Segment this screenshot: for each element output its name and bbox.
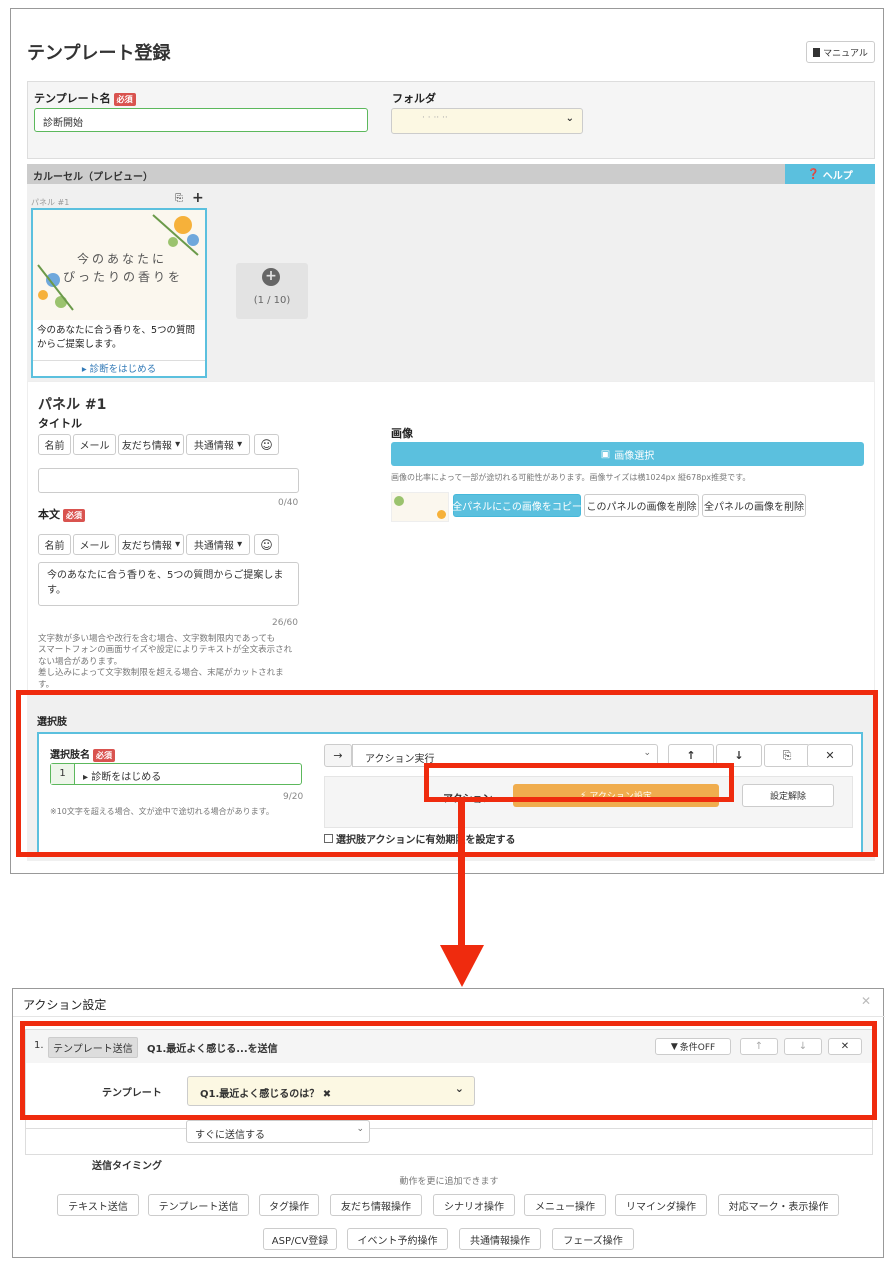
body-value: 今のあなたに合う香りを、5つの質問からご提案します。 [47, 570, 284, 596]
help-label: ヘルプ [822, 170, 853, 182]
template-name-value: 診断開始 [43, 118, 83, 129]
add-mark-operation-button[interactable]: 対応マーク・表示操作 [718, 1194, 839, 1216]
timing-label: 送信タイミング [92, 1161, 162, 1172]
preview-card[interactable]: 今のあなたに ぴったりの香りを 今のあなたに合う香りを、5つの質問からご提案しま… [31, 208, 207, 378]
title-insert-buttons: 名前 メール 友だち情報 ▾ 共通情報 ▾ ☺ [38, 434, 298, 456]
modal-divider [13, 1016, 885, 1017]
add-phase-operation-button[interactable]: フェーズ操作 [552, 1228, 634, 1250]
item-bottom-border [25, 1129, 873, 1155]
insert-friend-info-button[interactable]: 友だち情報 ▾ [118, 534, 184, 555]
preview-text: 今のあなたに合う香りを、5つの質問からご提案します。 [37, 325, 196, 350]
body-count: 26/60 [272, 618, 298, 628]
modal-title: アクション設定 [23, 998, 107, 1012]
page-title: テンプレート登録 [27, 43, 171, 64]
add-more-label: 動作を更に追加できます [399, 1177, 499, 1187]
copy-icon[interactable]: ⎘ [175, 193, 183, 204]
image-thumbnail [391, 492, 449, 522]
body-label: 本文 必須 [38, 506, 85, 522]
help-button[interactable]: ❓ ヘルプ [785, 164, 875, 184]
carousel-header: カルーセル（プレビュー） ❓ ヘルプ [27, 164, 875, 184]
image-note: 画像の比率によって一部が途切れる可能性があります。画像サイズは横1024px 縦… [391, 473, 751, 482]
thumb-flower [437, 510, 446, 519]
emoji-icon[interactable]: ☺ [254, 434, 279, 455]
panel-tab-label: パネル #1 [31, 198, 70, 207]
add-event-reservation-button[interactable]: イベント予約操作 [347, 1228, 448, 1250]
emoji-icon[interactable]: ☺ [254, 534, 279, 555]
body-textarea[interactable]: 今のあなたに合う香りを、5つの質問からご提案します。 [38, 562, 299, 606]
body-insert-buttons: 名前 メール 友だち情報 ▾ 共通情報 ▾ ☺ [38, 534, 298, 556]
carousel-preview: パネル #1 ⎘ + 今のあなたに ぴったりの香りを 今のあなたに合う香りを、5… [27, 184, 875, 381]
modal-close-icon[interactable]: ✕ [861, 994, 871, 1008]
title-label: タイトル [38, 417, 82, 430]
add-template-send-button[interactable]: テンプレート送信 [148, 1194, 249, 1216]
insert-name-button[interactable]: 名前 [38, 434, 71, 455]
title-count: 0/40 [278, 498, 299, 508]
carousel-title: カルーセル（プレビュー） [33, 172, 153, 183]
required-badge: 必須 [63, 508, 85, 522]
title-input[interactable] [38, 468, 299, 493]
delete-all-images-button[interactable]: 全パネルの画像を削除 [702, 494, 806, 517]
plus-circle-icon: + [262, 268, 280, 286]
body-note: 文字数が多い場合や改行を含む場合、文字数制限内であっても スマートフォンの画面サ… [38, 634, 293, 690]
insert-name-button[interactable]: 名前 [38, 534, 71, 555]
add-text-send-button[interactable]: テキスト送信 [57, 1194, 139, 1216]
folder-value: · · ·· ·· [422, 113, 448, 123]
delete-panel-image-button[interactable]: このパネルの画像を削除 [584, 494, 699, 517]
insert-email-button[interactable]: メール [73, 534, 116, 555]
image-select-label: 画像選択 [614, 450, 655, 462]
folder-select[interactable]: · · ·· ·· ⌄ [391, 108, 583, 134]
image-label: 画像 [391, 427, 413, 440]
insert-common-info-button[interactable]: 共通情報 ▾ [186, 434, 250, 455]
insert-email-button[interactable]: メール [73, 434, 116, 455]
thumb-leaf [394, 496, 404, 506]
highlight-action-box [424, 763, 734, 802]
connector-line [458, 802, 465, 948]
chevron-down-icon: ⌄ [565, 113, 574, 124]
add-reminder-operation-button[interactable]: リマインダ操作 [615, 1194, 707, 1216]
add-menu-operation-button[interactable]: メニュー操作 [524, 1194, 606, 1216]
question-icon: ❓ [807, 168, 820, 180]
plus-icon[interactable]: + [192, 190, 204, 206]
arrow-down-icon [440, 945, 484, 987]
add-friend-info-operation-button[interactable]: 友だち情報操作 [330, 1194, 422, 1216]
template-name-label: テンプレート名 必須 [34, 90, 136, 106]
copy-image-all-button[interactable]: 全パネルにこの画像をコピー [452, 494, 582, 517]
insert-friend-info-button[interactable]: 友だち情報 ▾ [118, 434, 184, 455]
add-panel-button[interactable]: + (1 / 10) [236, 263, 308, 319]
image-text-1: 今のあなたに [77, 252, 168, 266]
picture-icon: ▣ [600, 448, 611, 460]
action-buttons-row2: ASP/CV登録 イベント予約操作 共通情報操作 フェーズ操作 [263, 1228, 663, 1252]
template-name-input[interactable]: 診断開始 [34, 108, 368, 132]
add-asp-cv-button[interactable]: ASP/CV登録 [263, 1228, 337, 1250]
panel-heading: パネル #1 [38, 397, 107, 413]
caret-right-icon: ▸ [81, 364, 90, 375]
action-buttons-row1: テキスト送信 テンプレート送信 タグ操作 友だち情報操作 シナリオ操作 メニュー… [57, 1194, 857, 1218]
template-info-panel: テンプレート名 必須 診断開始 フォルダ · · ·· ·· ⌄ [27, 81, 875, 159]
required-badge: 必須 [113, 92, 136, 106]
add-tag-operation-button[interactable]: タグ操作 [259, 1194, 319, 1216]
highlight-action-item-box [20, 1021, 877, 1120]
folder-label: フォルダ [392, 92, 436, 105]
book-icon [813, 47, 821, 57]
manual-label: マニュアル [823, 48, 868, 59]
image-select-button[interactable]: ▣ 画像選択 [391, 442, 864, 466]
panel-editor: パネル #1 タイトル 名前 メール 友だち情報 ▾ 共通情報 ▾ ☺ 0/40… [27, 381, 875, 693]
add-scenario-operation-button[interactable]: シナリオ操作 [433, 1194, 515, 1216]
add-common-info-operation-button[interactable]: 共通情報操作 [459, 1228, 541, 1250]
preview-action[interactable]: ▸ 診断をはじめる [33, 360, 205, 376]
panel-count: (1 / 10) [253, 295, 291, 306]
image-text-2: ぴったりの香りを [63, 270, 184, 284]
insert-common-info-button[interactable]: 共通情報 ▾ [186, 534, 250, 555]
manual-button[interactable]: マニュアル [806, 41, 875, 63]
